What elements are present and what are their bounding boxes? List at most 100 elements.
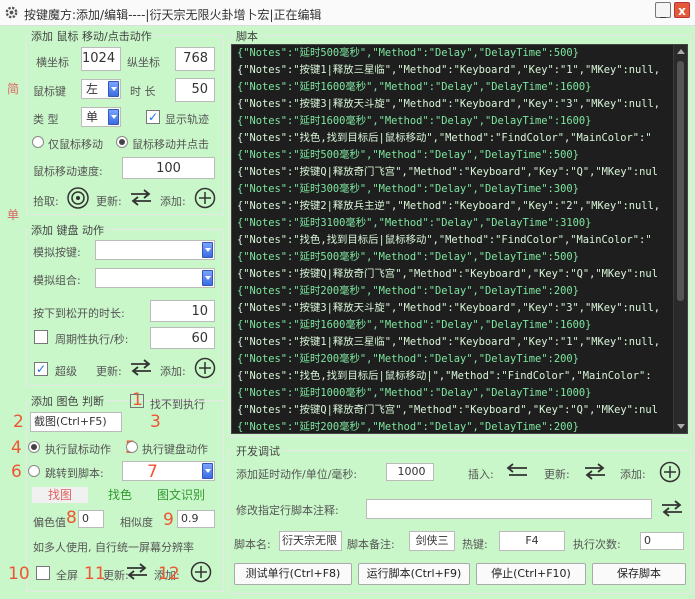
script-line[interactable]: {"Notes":"延时500毫秒","Method":"Delay","Del… — [237, 249, 671, 266]
script-line[interactable]: {"Notes":"按键Q|释放奇门飞宫","Method":"Keyboard… — [237, 402, 671, 419]
script-line[interactable]: {"Notes":"延时200毫秒","Method":"Delay","Del… — [237, 419, 671, 433]
not-found-checkbox[interactable] — [130, 394, 144, 408]
side-tab-simple[interactable]: 简 — [3, 80, 23, 97]
move-click-radio[interactable] — [116, 136, 128, 148]
scroll-down-icon[interactable] — [677, 424, 685, 429]
script-line[interactable]: {"Notes":"按键3|释放天斗旋","Method":"Keyboard"… — [237, 96, 671, 113]
script-line[interactable]: {"Notes":"找色,找到目标后|鼠标移动|","Method":"Find… — [237, 368, 671, 385]
fullscreen-checkbox[interactable] — [36, 566, 50, 580]
script-line[interactable]: {"Notes":"按键Q|释放奇门飞宫","Method":"Keyboard… — [237, 164, 671, 181]
script-remark-input[interactable]: 剑侠三 — [409, 531, 455, 551]
script-line[interactable]: {"Notes":"延时1000毫秒","Method":"Delay","De… — [237, 385, 671, 402]
exec-key-radio[interactable] — [126, 441, 138, 453]
screenshot-button[interactable]: 截图(Ctrl+F5) — [30, 412, 122, 432]
sim-key-select[interactable] — [95, 240, 215, 260]
comment-input[interactable] — [366, 499, 652, 519]
show-track-checkbox[interactable]: ✓ — [146, 110, 160, 124]
script-line[interactable]: {"Notes":"延时500毫秒","Method":"Delay","Del… — [237, 45, 671, 62]
chevron-down-icon[interactable] — [108, 109, 119, 125]
script-line[interactable]: {"Notes":"按键3|释放天斗旋","Method":"Keyboard"… — [237, 300, 671, 317]
script-line[interactable]: {"Notes":"延时1600毫秒","Method":"Delay","De… — [237, 79, 671, 96]
move-speed-label: 鼠标移动速度: — [33, 165, 103, 178]
stop-button[interactable]: 停止(Ctrl+F10) — [476, 563, 586, 585]
insert-arrows-icon[interactable] — [505, 460, 531, 482]
run-count-label: 执行次数: — [573, 538, 621, 551]
script-line[interactable]: {"Notes":"按键1|释放三星临","Method":"Keyboard"… — [237, 62, 671, 79]
hotkey-input[interactable]: F4 — [499, 531, 565, 551]
mouse-key-select[interactable]: 左 — [81, 79, 121, 99]
refresh-arrows-icon[interactable] — [128, 186, 154, 208]
marker-3: 3 — [150, 412, 161, 432]
refresh-arrows-icon[interactable] — [582, 460, 608, 482]
script-line[interactable]: {"Notes":"延时3100毫秒","Method":"Delay","De… — [237, 215, 671, 232]
duration-input[interactable]: 50 — [175, 78, 215, 102]
similarity-input[interactable]: 0.9 — [177, 510, 215, 528]
x-coord-input[interactable]: 1024 — [81, 47, 121, 71]
scrollbar[interactable] — [673, 45, 687, 433]
script-list[interactable]: {"Notes":"延时500毫秒","Method":"Delay","Del… — [231, 44, 688, 434]
not-found-label: 找不到执行 — [150, 398, 205, 411]
side-tab-strip: 简 单 — [3, 30, 23, 595]
marker-2: 2 — [13, 412, 24, 432]
script-line[interactable]: {"Notes":"按键2|释放兵主逆","Method":"Keyboard"… — [237, 198, 671, 215]
add-circle-icon[interactable] — [190, 561, 212, 583]
side-tab-single[interactable]: 单 — [3, 206, 23, 223]
insert-label: 插入: — [468, 468, 494, 481]
script-name-input[interactable]: 衍天宗无限 — [279, 531, 342, 551]
super-checkbox[interactable]: ✓ — [34, 362, 48, 376]
tab-find-color[interactable]: 找色 — [98, 487, 142, 503]
jump-script-select[interactable] — [122, 461, 215, 481]
run-script-button[interactable]: 运行脚本(Ctrl+F9) — [358, 563, 470, 585]
script-line[interactable]: {"Notes":"找色,找到目标后|鼠标移动","Method":"FindC… — [237, 232, 671, 249]
save-script-button[interactable]: 保存脚本 — [592, 563, 686, 585]
script-line[interactable]: {"Notes":"延时300毫秒","Method":"Delay","Del… — [237, 181, 671, 198]
marker-6: 6 — [11, 462, 22, 482]
jump-script-radio[interactable] — [28, 465, 40, 477]
mouse-update-label: 更新: — [96, 195, 122, 208]
periodic-label: 周期性执行/秒: — [55, 333, 129, 346]
sim-combo-label: 模拟组合: — [33, 274, 81, 287]
marker-9: 9 — [163, 510, 174, 530]
add-circle-icon[interactable] — [194, 187, 216, 209]
offset-input[interactable]: 0 — [78, 510, 104, 528]
scroll-up-icon[interactable] — [677, 49, 685, 54]
refresh-arrows-icon[interactable] — [659, 497, 685, 519]
tab-ocr[interactable]: 图文识别 — [150, 487, 212, 503]
script-line[interactable]: {"Notes":"按键Q|释放奇门飞宫","Method":"Keyboard… — [237, 266, 671, 283]
scroll-thumb[interactable] — [677, 61, 684, 301]
script-line[interactable]: {"Notes":"延时1600毫秒","Method":"Delay","De… — [237, 317, 671, 334]
refresh-arrows-icon[interactable] — [124, 560, 150, 582]
chevron-down-icon[interactable] — [202, 463, 213, 479]
test-line-button[interactable]: 测试单行(Ctrl+F8) — [234, 563, 352, 585]
add-circle-icon[interactable] — [194, 357, 216, 379]
script-line[interactable]: {"Notes":"延时200毫秒","Method":"Delay","Del… — [237, 283, 671, 300]
comment-label: 修改指定行脚本注释: — [236, 504, 339, 517]
sim-combo-select[interactable] — [95, 268, 215, 288]
script-line[interactable]: {"Notes":"找色,找到目标后|鼠标移动","Method":"FindC… — [237, 130, 671, 147]
script-line[interactable]: {"Notes":"延时1600毫秒","Method":"Delay","De… — [237, 113, 671, 130]
offset-label: 偏色值 — [33, 516, 66, 529]
move-speed-input[interactable]: 100 — [122, 157, 215, 179]
periodic-checkbox[interactable] — [34, 330, 48, 344]
script-line[interactable]: {"Notes":"延时200毫秒","Method":"Delay","Del… — [237, 351, 671, 368]
run-count-input[interactable]: 0 — [640, 532, 684, 550]
script-line[interactable]: {"Notes":"按键1|释放三星临","Method":"Keyboard"… — [237, 334, 671, 351]
chevron-down-icon[interactable] — [202, 270, 213, 286]
periodic-input[interactable]: 60 — [150, 327, 215, 349]
add-circle-icon[interactable] — [659, 461, 681, 483]
script-line[interactable]: {"Notes":"延时500毫秒","Method":"Delay","Del… — [237, 147, 671, 164]
chevron-down-icon[interactable] — [108, 81, 119, 97]
x-coord-label: 横坐标 — [36, 56, 69, 69]
move-only-radio[interactable] — [32, 136, 44, 148]
tab-find-image[interactable]: 找图 — [32, 487, 88, 503]
crosshair-target-icon[interactable] — [66, 186, 90, 210]
delay-input[interactable]: 1000 — [386, 463, 434, 481]
minimize-button[interactable]: _ — [655, 2, 671, 18]
refresh-arrows-icon[interactable] — [128, 356, 154, 378]
chevron-down-icon[interactable] — [202, 242, 213, 258]
exec-mouse-radio[interactable] — [28, 441, 40, 453]
y-coord-input[interactable]: 768 — [175, 47, 215, 71]
hold-duration-input[interactable]: 10 — [150, 300, 215, 322]
close-button[interactable]: x — [674, 2, 690, 18]
click-type-select[interactable]: 单 — [81, 107, 121, 127]
